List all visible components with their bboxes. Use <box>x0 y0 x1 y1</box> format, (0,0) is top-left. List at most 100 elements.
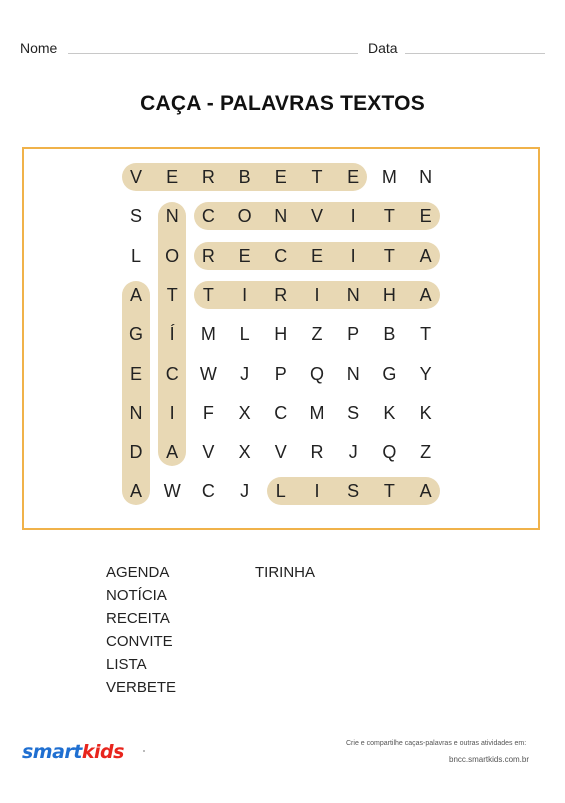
grid-cell[interactable]: C <box>190 198 226 234</box>
grid-cell[interactable]: E <box>118 356 154 392</box>
grid-cell[interactable]: R <box>190 238 226 274</box>
grid-cell[interactable]: E <box>263 159 299 195</box>
grid-cell[interactable]: A <box>118 277 154 313</box>
grid-cell[interactable]: S <box>335 473 371 509</box>
grid-cell[interactable]: O <box>227 198 263 234</box>
grid-cell[interactable]: J <box>335 434 371 470</box>
grid-cell[interactable]: H <box>371 277 407 313</box>
grid-cell[interactable]: N <box>118 395 154 431</box>
page-title: CAÇA - PALAVRAS TEXTOS <box>140 92 425 115</box>
grid-cell[interactable]: E <box>408 198 444 234</box>
grid-cell[interactable]: T <box>190 277 226 313</box>
grid-cell[interactable]: M <box>190 316 226 352</box>
word-list-item: CONVITE <box>106 633 173 650</box>
name-label: Nome <box>20 40 58 56</box>
grid-cell[interactable]: I <box>299 277 335 313</box>
grid-cell[interactable]: H <box>263 316 299 352</box>
grid-cell[interactable]: I <box>335 238 371 274</box>
grid-cell[interactable]: R <box>190 159 226 195</box>
grid-cell[interactable]: Z <box>299 316 335 352</box>
grid-cell[interactable]: G <box>371 356 407 392</box>
grid-cell[interactable]: N <box>335 277 371 313</box>
grid-cell[interactable]: Q <box>299 356 335 392</box>
grid-cell[interactable]: Y <box>408 356 444 392</box>
grid-cell[interactable]: W <box>154 473 190 509</box>
grid-cell[interactable]: L <box>118 238 154 274</box>
word-list-item: NOTÍCIA <box>106 587 167 604</box>
grid-cell[interactable]: I <box>335 198 371 234</box>
grid-cell[interactable]: F <box>190 395 226 431</box>
grid-cell[interactable]: M <box>371 159 407 195</box>
name-line <box>68 53 358 54</box>
grid-cell[interactable]: X <box>227 434 263 470</box>
grid-cell[interactable]: P <box>335 316 371 352</box>
grid-cell[interactable]: L <box>263 473 299 509</box>
grid-cell[interactable]: K <box>371 395 407 431</box>
word-list-item: LISTA <box>106 656 147 673</box>
grid-cell[interactable]: T <box>299 159 335 195</box>
grid-cell[interactable]: E <box>335 159 371 195</box>
grid-cell[interactable]: R <box>263 277 299 313</box>
footer-url[interactable]: bncc.smartkids.com.br <box>449 755 529 764</box>
grid-cell[interactable]: E <box>154 159 190 195</box>
grid-cell[interactable]: R <box>299 434 335 470</box>
grid-cell[interactable]: S <box>118 198 154 234</box>
grid-cell[interactable]: A <box>408 238 444 274</box>
grid-cell[interactable]: V <box>118 159 154 195</box>
grid-cell[interactable]: M <box>299 395 335 431</box>
grid-cell[interactable]: N <box>408 159 444 195</box>
grid-cell[interactable]: V <box>190 434 226 470</box>
grid-cell[interactable]: N <box>154 198 190 234</box>
grid-cell[interactable]: Í <box>154 316 190 352</box>
grid-cell[interactable]: E <box>299 238 335 274</box>
grid-cell[interactable]: W <box>190 356 226 392</box>
grid-cell[interactable]: C <box>154 356 190 392</box>
grid-cell[interactable]: E <box>227 238 263 274</box>
grid-cell[interactable]: I <box>227 277 263 313</box>
grid-cell[interactable]: Q <box>371 434 407 470</box>
grid-cell[interactable]: B <box>227 159 263 195</box>
grid-cell[interactable]: I <box>154 395 190 431</box>
grid-cell[interactable]: T <box>408 316 444 352</box>
grid-cell[interactable]: T <box>371 238 407 274</box>
grid-cell[interactable]: T <box>154 277 190 313</box>
grid-cell[interactable]: P <box>263 356 299 392</box>
grid-cell[interactable]: Z <box>408 434 444 470</box>
grid-cell[interactable]: I <box>299 473 335 509</box>
grid-cell[interactable]: K <box>408 395 444 431</box>
grid-cell[interactable]: B <box>371 316 407 352</box>
footer-caption: Crie e compartilhe caças-palavras e outr… <box>346 740 527 747</box>
grid-cell[interactable]: A <box>154 434 190 470</box>
grid-cell[interactable]: C <box>263 395 299 431</box>
highlight-agenda <box>122 280 150 506</box>
date-line <box>405 53 545 54</box>
grid-cell[interactable]: T <box>371 473 407 509</box>
word-list-item: VERBETE <box>106 679 177 696</box>
grid-cell[interactable]: T <box>371 198 407 234</box>
grid-cell[interactable]: D <box>118 434 154 470</box>
grid-cell[interactable]: A <box>408 473 444 509</box>
grid-cell[interactable]: X <box>227 395 263 431</box>
grid-cell[interactable]: J <box>227 473 263 509</box>
grid-cell[interactable]: N <box>335 356 371 392</box>
date-label: Data <box>368 40 398 56</box>
grid-cell[interactable]: C <box>263 238 299 274</box>
grid-cell[interactable]: G <box>118 316 154 352</box>
grid-cell[interactable]: V <box>263 434 299 470</box>
word-list-item: AGENDA <box>106 564 170 581</box>
decorative-dot <box>143 750 145 752</box>
grid-cell[interactable]: J <box>227 356 263 392</box>
grid-cell[interactable]: A <box>118 473 154 509</box>
word-list-item: TIRINHA <box>255 564 315 581</box>
grid-cell[interactable]: O <box>154 238 190 274</box>
logo-text-kids: kids <box>81 741 125 763</box>
word-list-item: RECEITA <box>106 610 170 627</box>
grid-cell[interactable]: S <box>335 395 371 431</box>
grid-cell[interactable]: C <box>190 473 226 509</box>
grid-cell[interactable]: N <box>263 198 299 234</box>
word-list-column-1: AGENDA NOTÍCIA RECEITA CONVITE LISTA VER… <box>106 561 176 699</box>
grid-cell[interactable]: L <box>227 316 263 352</box>
grid-cell[interactable]: A <box>408 277 444 313</box>
grid-cell[interactable]: V <box>299 198 335 234</box>
smartkids-logo: smartkids <box>22 741 124 763</box>
